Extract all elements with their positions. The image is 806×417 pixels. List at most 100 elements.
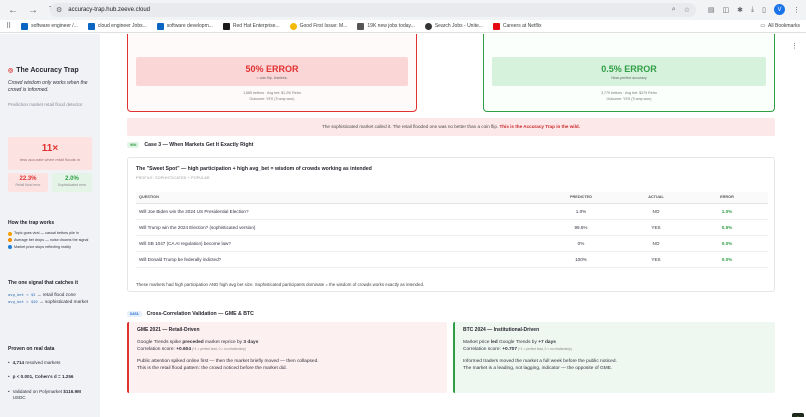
proof-heading: Proven on real data [8,346,55,352]
column-header[interactable]: PREDICTED [536,192,626,204]
bookmark-item[interactable]: Good First Issue: M... [289,22,347,30]
bookmark-item[interactable]: Red Hat Enterprise... [222,22,280,30]
table-header-row: QUESTION PREDICTED ACTUAL ERROR [136,192,768,204]
zoom-icon[interactable]: ⌕ [672,6,676,14]
case3-title: The "Sweet Spot" — high participation + … [136,166,372,172]
sidepanel-icon[interactable]: ▯ [762,6,766,14]
how-heading: How the trap works [8,220,55,226]
data-badge: DATA [127,311,142,317]
back-icon[interactable]: ← [6,3,20,17]
column-header[interactable]: ACTUAL [626,192,686,204]
bullet-icon: • [8,388,10,394]
apple-icon [424,22,432,30]
bookmark-item[interactable]: Careers at Netflix [492,22,542,30]
retail-error-badge: 50% ERROR = coin flip. Useless. [136,57,408,86]
orange-dot-icon [8,238,12,243]
netflix-icon [492,22,500,30]
proof-list: • 4,714 resolved markets • p < 0.001, Cohe… [8,360,94,410]
gme-correlation-line: Correlation score: +0.604 (+1 = perfect … [137,347,246,353]
extensions-icon[interactable]: ✱ [737,6,743,14]
app-subtitle: Crowd wisdom only works when the crowd i… [8,80,88,94]
linkedin-icon [156,22,164,30]
case3-card: The "Sweet Spot" — high participation + … [127,157,775,292]
target-icon: ◎ [8,68,14,74]
case3-footer: These markets had high participation AND… [136,282,425,287]
how-item: Average bet drops — noise drowns the sig… [8,238,94,243]
gme-card: GME 2021 — Retail-Driven Google Trends s… [127,322,447,393]
btc-card: BTC 2024 — Institutional-Driven Market p… [453,322,775,393]
bookmark-item[interactable]: software engineer /... [21,22,78,30]
btc-description: The market is a leading, not lagging, in… [463,366,613,372]
url-text[interactable]: accuracy-trap.hub.zeeve.cloud [68,7,672,13]
proof-item: • Validated on Polymarket $116.9M USDC [8,388,81,401]
downloads-icon[interactable]: ⤓ [751,6,754,14]
menu-kebab-icon[interactable]: ⋮ [793,6,800,14]
gme-description: This is the retail flood pattern: the cr… [137,366,287,372]
proof-item: • p < 0.001, Cohen's d = 1.256 [8,374,74,380]
column-header[interactable]: ERROR [686,192,768,204]
how-list: Topic goes viral — casual bettors pile i… [8,231,94,252]
jobs-icon [357,22,365,30]
sophisticated-error-badge: 0.5% ERROR Near-perfect accuracy [492,57,766,86]
bullet-icon: • [8,374,10,380]
how-item: Market price stops reflecting reality [8,245,94,250]
btc-correlation-line: Correlation score: +0.707 (+1 = perfect … [463,347,572,353]
gme-description: Public attention spiked online first — t… [137,358,319,364]
translate-icon[interactable]: ◫ [723,6,730,14]
main-content: ⋮ 50% ERROR = coin flip. Useless. 1,685 … [100,34,806,417]
amber-dot-icon [8,231,12,236]
win-badge: WIN [127,142,140,148]
star-icon [289,22,297,30]
table-row: Will Donald Trump be federally indicted?… [136,251,768,268]
address-bar[interactable]: ⚙ accuracy-trap.hub.zeeve.cloud ⌕ ☆ [50,3,696,17]
gme-lead-line: Google Trends spike preceded market repr… [137,340,259,345]
bookmark-item[interactable]: software developm... [156,22,213,30]
proof-item: • 4,714 resolved markets [8,360,61,365]
sophisticated-error-card: 2.0% Sophisticated error [52,173,92,192]
apps-grid-icon[interactable]: ⠿ [6,22,11,30]
table-row: Will SB 1047 (CA AI regulation) become l… [136,235,768,252]
case3-heading: WIN Case 3 — When Markets Get It Exactly… [127,142,253,148]
retail-error-card: 22.3% Retail flood error [8,173,48,192]
error-stats-row: 22.3% Retail flood error 2.0% Sophistica… [8,173,92,192]
bookmark-item[interactable]: 19K new jobs today... [357,22,415,30]
reading-list-icon[interactable]: ▤ [708,6,715,14]
headline-stat-label: less accurate when retail floods in [19,157,81,162]
linkedin-icon [87,22,95,30]
signal-line: avg_bet < $5 → retail flood zone [8,292,76,297]
headline-stat-card: 11× less accurate when retail floods in [8,137,92,170]
signal-heading: The one signal that catches it [8,280,79,286]
bullet-icon: • [8,360,10,365]
column-header[interactable]: QUESTION [136,192,536,204]
retail-market-card: 50% ERROR = coin flip. Useless. 1,685 be… [127,34,417,112]
table-row: Will Joe Biden win the 2024 US President… [136,203,768,220]
redhat-icon [222,22,230,30]
table-row: Will Trump win the 2024 Election? (sophi… [136,219,768,236]
bookmarks-bar: ⠿ software engineer /... cloud engineer … [0,20,806,33]
linkedin-icon [21,22,29,30]
blue-dot-icon [8,245,12,250]
btc-description: Informed traders moved the market a full… [463,358,617,364]
bookmark-star-icon[interactable]: ☆ [684,6,690,14]
folder-icon: ▭ [760,23,766,29]
sidebar: ◎ The Accuracy Trap Crowd wisdom only wo… [0,34,100,417]
site-info-icon[interactable]: ⚙ [56,6,62,14]
cross-correlation-heading: DATA Cross-Correlation Validation — GME … [127,311,254,317]
all-bookmarks-button[interactable]: ▭ All Bookmarks [760,23,800,29]
headline-stat-value: 11× [41,143,59,154]
case3-profile: PROFILE: SOPHISTICATED + POPULAR [136,176,210,180]
bookmark-item[interactable]: Search Jobs - Unite... [424,22,483,30]
forward-icon[interactable]: → [26,3,40,17]
sophisticated-market-card: 0.5% ERROR Near-perfect accuracy 3,779 b… [483,34,775,112]
signal-line: avg_bet > $50 → sophisticated market [8,299,89,305]
profile-avatar[interactable]: V [774,4,785,15]
bookmark-item[interactable]: cloud engineer Jobs... [87,22,147,30]
assistant-fab-icon[interactable]: ✳ [792,413,804,417]
page-menu-icon[interactable]: ⋮ [791,42,798,50]
how-item: Topic goes viral — casual bettors pile i… [8,231,94,236]
btc-lead-line: Market price led Google Trends by +7 day… [463,340,556,345]
retail-market-meta: 1,685 bettors · Avg bet: $1.29/ Retro Ou… [243,91,301,101]
signal-list: avg_bet < $5 → retail flood zone avg_bet… [8,291,94,306]
case3-table: QUESTION PREDICTED ACTUAL ERROR Will Joe… [136,192,768,268]
app-caption: Prediction market retail flood detector [8,102,83,107]
